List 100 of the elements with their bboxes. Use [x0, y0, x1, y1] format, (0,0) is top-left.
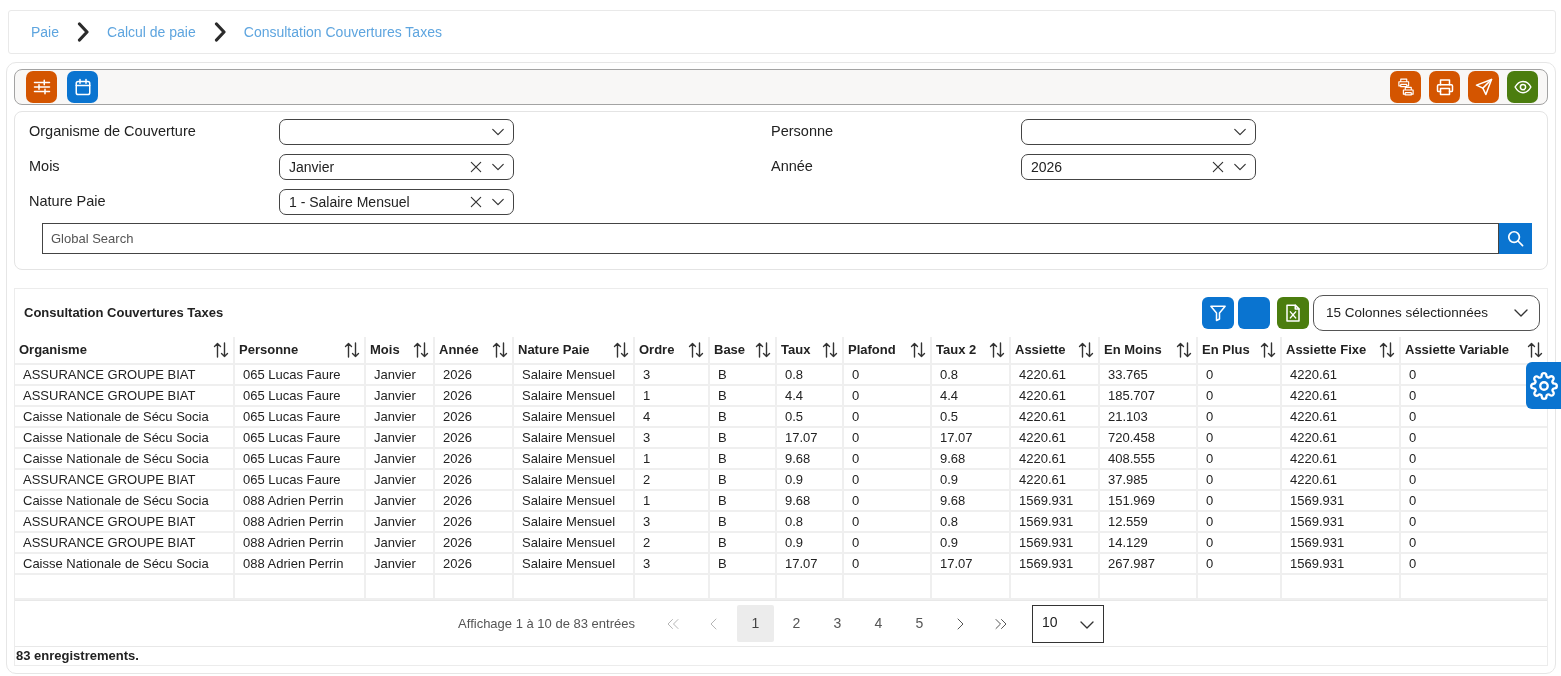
sort-icon[interactable]	[910, 342, 926, 358]
table-cell: 0	[843, 469, 931, 490]
sort-icon[interactable]	[413, 342, 429, 358]
table-cell: ASSURANCE GROUPE BIAT	[15, 532, 234, 553]
page-size-select[interactable]: 10	[1031, 604, 1104, 643]
dropdown-field[interactable]: Janvier	[279, 154, 514, 180]
view-button[interactable]	[1507, 71, 1538, 103]
table-cell: 9.68	[776, 448, 843, 469]
table-cell: Janvier	[365, 364, 434, 385]
page-button[interactable]: 4	[859, 605, 897, 642]
sort-icon[interactable]	[492, 342, 508, 358]
table-cell: 0	[843, 553, 931, 574]
search-icon	[1507, 230, 1524, 247]
search-button[interactable]	[1499, 223, 1532, 254]
column-header: Assiette	[1015, 341, 1066, 360]
table-cell: 0	[1197, 532, 1281, 553]
record-count: 83 enregistrements.	[15, 646, 1547, 665]
settings-button[interactable]	[1526, 362, 1561, 409]
table-cell: Janvier	[365, 553, 434, 574]
table-cell: 4.4	[776, 385, 843, 406]
action-button[interactable]	[1238, 297, 1270, 329]
table-cell: 2026	[434, 427, 513, 448]
columns-select[interactable]: 15 Colonnes sélectionnées	[1313, 295, 1540, 331]
sort-icon[interactable]	[1527, 342, 1543, 358]
page-button[interactable]: 3	[818, 605, 856, 642]
sort-icon[interactable]	[1260, 342, 1276, 358]
table-cell: Salaire Mensuel	[513, 364, 634, 385]
table-cell: 0	[843, 364, 931, 385]
sort-icon[interactable]	[344, 342, 360, 358]
table-cell: 4220.61	[1010, 406, 1099, 427]
table-cell: ASSURANCE GROUPE BIAT	[15, 469, 234, 490]
table-cell: 9.68	[776, 490, 843, 511]
clear-icon[interactable]	[1211, 160, 1225, 174]
table-cell: 2	[634, 532, 709, 553]
sort-icon[interactable]	[1078, 342, 1094, 358]
table-cell: Janvier	[365, 511, 434, 532]
clear-icon[interactable]	[469, 160, 483, 174]
table-cell: 088 Adrien Perrin	[234, 553, 365, 574]
page-button[interactable]: 1	[736, 605, 774, 642]
table-cell: 0.9	[776, 469, 843, 490]
table-cell: Janvier	[365, 490, 434, 511]
table-cell: 17.07	[776, 427, 843, 448]
sort-icon[interactable]	[1176, 342, 1192, 358]
table-cell: 0.8	[931, 511, 1010, 532]
table-cell: 065 Lucas Faure	[234, 385, 365, 406]
sort-icon[interactable]	[613, 342, 629, 358]
table-cell: 151.969	[1099, 490, 1197, 511]
table-cell: B	[709, 553, 776, 574]
search-field[interactable]: Global Search	[42, 223, 1499, 254]
table-cell: 33.765	[1099, 364, 1197, 385]
sort-icon[interactable]	[822, 342, 838, 358]
table-cell: Salaire Mensuel	[513, 448, 634, 469]
table-cell: 0.9	[931, 532, 1010, 553]
table-cell: 4.4	[931, 385, 1010, 406]
column-header: Année	[439, 341, 479, 360]
send-button[interactable]	[1468, 71, 1499, 103]
table-cell: 21.103	[1099, 406, 1197, 427]
filter-button[interactable]	[1202, 297, 1234, 329]
table-cell: B	[709, 469, 776, 490]
printers-icon	[1396, 78, 1415, 96]
table-cell: Janvier	[365, 406, 434, 427]
table-cell: 065 Lucas Faure	[234, 427, 365, 448]
print-all-button[interactable]	[1390, 71, 1421, 103]
table-cell: 0	[843, 490, 931, 511]
export-button[interactable]	[1277, 297, 1309, 329]
dropdown-field[interactable]	[1021, 119, 1256, 145]
sort-icon[interactable]	[213, 342, 229, 358]
clear-icon[interactable]	[469, 195, 483, 209]
print-button[interactable]	[1429, 71, 1460, 103]
sort-icon[interactable]	[688, 342, 704, 358]
sliders-button[interactable]	[26, 71, 57, 103]
page-button[interactable]: 2	[777, 605, 815, 642]
column-header: Personne	[239, 341, 299, 360]
table-cell: 2026	[434, 490, 513, 511]
table-cell: Janvier	[365, 469, 434, 490]
sort-icon[interactable]	[989, 342, 1005, 358]
field-label: Mois	[29, 157, 61, 175]
table-cell: 3	[634, 511, 709, 532]
table-cell: 17.07	[931, 427, 1010, 448]
sort-icon[interactable]	[755, 342, 771, 358]
page-button[interactable]: 5	[900, 605, 938, 642]
column-header: En Moins	[1104, 341, 1162, 360]
column-header: Base	[714, 341, 746, 360]
table-cell: 0.8	[931, 364, 1010, 385]
dropdown-field[interactable]: 2026	[1021, 154, 1256, 180]
eye-icon	[1513, 78, 1532, 96]
sort-icon[interactable]	[1379, 342, 1395, 358]
dropdown-field[interactable]: 1 - Salaire Mensuel	[279, 189, 514, 215]
calendar-button[interactable]	[67, 71, 98, 103]
column-header: Taux	[781, 341, 811, 360]
table-cell: 0	[1197, 385, 1281, 406]
table-cell: ASSURANCE GROUPE BIAT	[15, 511, 234, 532]
table-cell: 065 Lucas Faure	[234, 469, 365, 490]
table-cell: 2026	[434, 469, 513, 490]
column-header: Assiette Fixe	[1286, 341, 1367, 360]
table-cell: Caisse Nationale de Sécu Socia	[15, 448, 234, 469]
table-cell: 4220.61	[1010, 364, 1099, 385]
dropdown-field[interactable]	[279, 119, 514, 145]
table-cell: 1569.931	[1281, 553, 1400, 574]
table-cell: 1569.931	[1010, 553, 1099, 574]
